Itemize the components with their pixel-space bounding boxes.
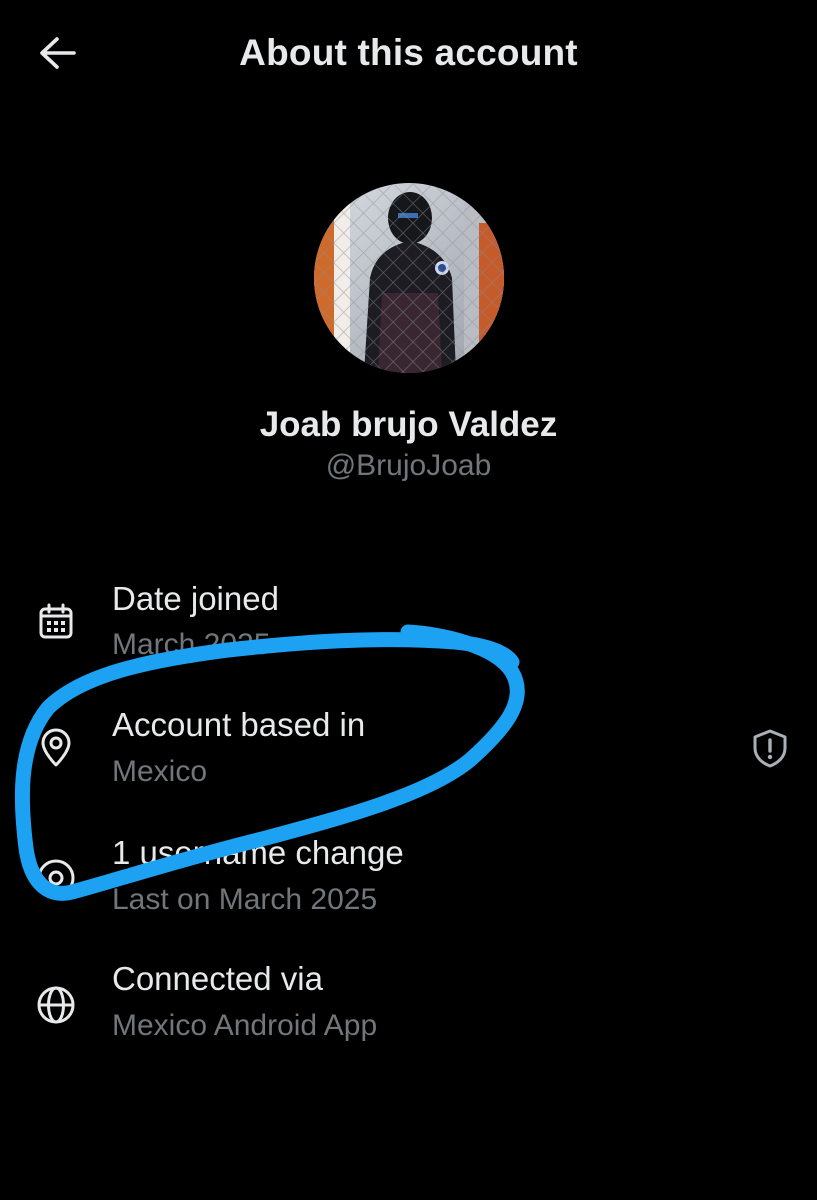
connected-via-row: Connected via Mexico Android App xyxy=(0,954,817,1064)
top-bar: About this account xyxy=(0,0,817,112)
shield-alert-icon[interactable] xyxy=(749,726,791,770)
location-pin-icon xyxy=(34,726,78,770)
page-title: About this account xyxy=(239,32,578,73)
date-joined-value: March 2025 xyxy=(112,628,271,661)
username-handle: @BrujoJoab xyxy=(325,449,492,482)
display-name: Joab brujo Valdez xyxy=(259,405,558,444)
username-change-label: 1 username change xyxy=(112,834,404,871)
account-location-label: Account based in xyxy=(112,706,366,743)
account-location-row: Account based in Mexico xyxy=(0,700,817,810)
date-joined-row: Date joined March 2025 xyxy=(0,572,817,682)
connected-via-label: Connected via xyxy=(112,960,323,997)
connected-via-value: Mexico Android App xyxy=(112,1009,378,1042)
calendar-icon xyxy=(34,600,78,644)
username-change-value: Last on March 2025 xyxy=(112,883,378,916)
date-joined-label: Date joined xyxy=(112,580,279,617)
username-change-row: 1 username change Last on March 2025 xyxy=(0,828,817,938)
at-sign-icon xyxy=(34,856,78,900)
account-location-value: Mexico xyxy=(112,755,208,788)
avatar xyxy=(314,183,504,373)
globe-icon xyxy=(34,983,78,1027)
